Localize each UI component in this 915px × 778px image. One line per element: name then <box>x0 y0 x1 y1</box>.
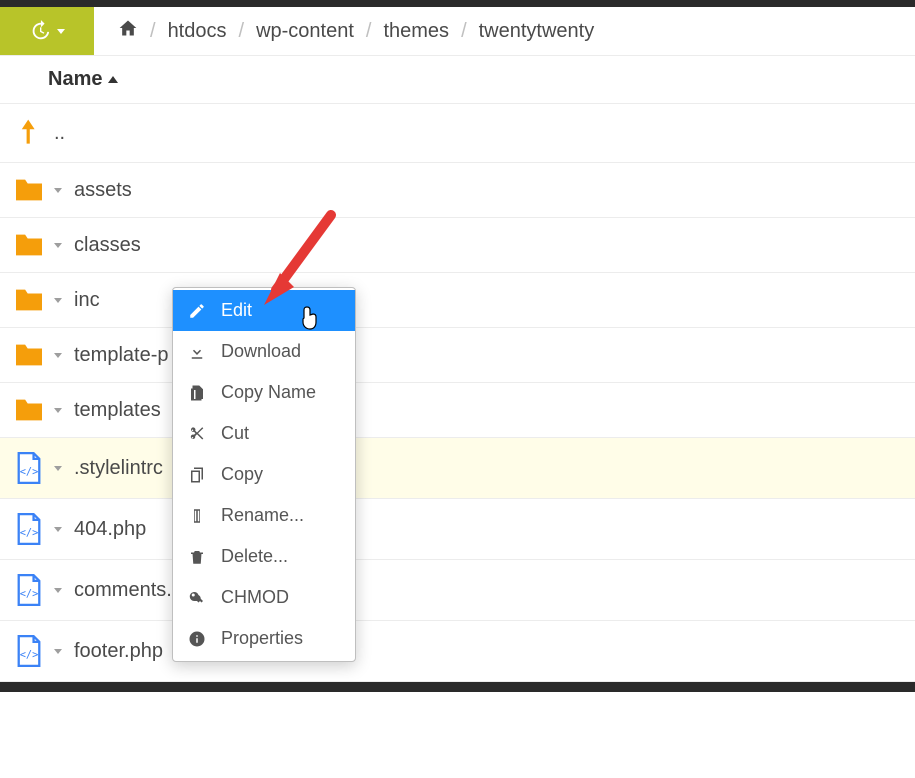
breadcrumb-twentytwenty[interactable]: twentytwenty <box>471 20 603 43</box>
breadcrumb-sep: / <box>362 20 376 43</box>
home-icon <box>118 18 138 38</box>
up-arrow-icon <box>12 118 46 148</box>
folder-icon <box>12 397 46 423</box>
code-file-icon: </> <box>12 574 46 606</box>
menu-rename[interactable]: Rename... <box>173 495 355 536</box>
cut-icon <box>187 425 207 443</box>
breadcrumb: / htdocs / wp-content / themes / twentyt… <box>94 7 618 55</box>
caret-down-icon[interactable] <box>54 408 62 413</box>
edit-icon <box>187 302 207 320</box>
breadcrumb-sep: / <box>235 20 249 43</box>
menu-copy-label: Copy <box>221 464 263 485</box>
caret-down-icon[interactable] <box>54 649 62 654</box>
row-file-stylelintrc[interactable]: </> .stylelintrc <box>0 438 915 499</box>
caret-down-icon[interactable] <box>54 527 62 532</box>
menu-edit-label: Edit <box>221 300 252 321</box>
key-icon <box>187 589 207 607</box>
menu-cut[interactable]: Cut <box>173 413 355 454</box>
folder-label: template-p <box>74 344 169 367</box>
menu-chmod-label: CHMOD <box>221 587 289 608</box>
code-file-icon: </> <box>12 452 46 484</box>
row-file-comments[interactable]: </> comments.php <box>0 560 915 621</box>
breadcrumb-htdocs[interactable]: htdocs <box>160 20 235 43</box>
window-bottom-border <box>0 682 915 692</box>
trash-icon <box>187 548 207 566</box>
row-folder-assets[interactable]: assets <box>0 163 915 218</box>
caret-down-icon[interactable] <box>54 588 62 593</box>
caret-down-icon[interactable] <box>54 353 62 358</box>
parent-dir-label: .. <box>54 122 65 145</box>
menu-rename-label: Rename... <box>221 505 304 526</box>
context-menu: Edit Download Copy Name Cut Copy Rename.… <box>172 287 356 662</box>
menu-cut-label: Cut <box>221 423 249 444</box>
menu-download-label: Download <box>221 341 301 362</box>
info-icon <box>187 630 207 648</box>
chevron-down-icon <box>57 29 65 34</box>
caret-down-icon[interactable] <box>54 298 62 303</box>
row-parent-dir[interactable]: .. <box>0 104 915 163</box>
menu-chmod[interactable]: CHMOD <box>173 577 355 618</box>
folder-label: templates <box>74 399 161 422</box>
row-file-404[interactable]: </> 404.php <box>0 499 915 560</box>
folder-icon <box>12 232 46 258</box>
menu-properties-label: Properties <box>221 628 303 649</box>
folder-label: classes <box>74 234 141 257</box>
menu-delete[interactable]: Delete... <box>173 536 355 577</box>
file-label: 404.php <box>74 518 146 541</box>
header-bar: / htdocs / wp-content / themes / twentyt… <box>0 7 915 56</box>
file-label: footer.php <box>74 640 163 663</box>
menu-properties[interactable]: Properties <box>173 618 355 659</box>
folder-label: inc <box>74 289 100 312</box>
breadcrumb-home[interactable] <box>110 18 146 44</box>
folder-label: assets <box>74 179 132 202</box>
rename-icon <box>187 507 207 525</box>
caret-down-icon[interactable] <box>54 466 62 471</box>
history-icon <box>29 20 51 42</box>
code-file-icon: </> <box>12 635 46 667</box>
breadcrumb-sep: / <box>146 20 160 43</box>
menu-edit[interactable]: Edit <box>173 290 355 331</box>
copy-icon <box>187 466 207 484</box>
table-header[interactable]: Name <box>0 56 915 104</box>
menu-delete-label: Delete... <box>221 546 288 567</box>
download-icon <box>187 343 207 361</box>
code-file-icon: </> <box>12 513 46 545</box>
window-top-border <box>0 0 915 7</box>
history-button[interactable] <box>0 7 94 55</box>
column-name-label: Name <box>48 68 102 91</box>
menu-copy-name[interactable]: Copy Name <box>173 372 355 413</box>
row-file-footer[interactable]: </> footer.php <box>0 621 915 682</box>
breadcrumb-wp-content[interactable]: wp-content <box>248 20 362 43</box>
svg-text:</>: </> <box>20 527 39 539</box>
menu-copy[interactable]: Copy <box>173 454 355 495</box>
breadcrumb-themes[interactable]: themes <box>375 20 457 43</box>
menu-download[interactable]: Download <box>173 331 355 372</box>
row-folder-classes[interactable]: classes <box>0 218 915 273</box>
folder-icon <box>12 287 46 313</box>
copy-name-icon <box>187 384 207 402</box>
folder-icon <box>12 177 46 203</box>
row-folder-templates[interactable]: templates <box>0 383 915 438</box>
file-label: .stylelintrc <box>74 457 163 480</box>
svg-text:</>: </> <box>20 588 39 600</box>
caret-down-icon[interactable] <box>54 188 62 193</box>
sort-asc-icon <box>108 76 118 83</box>
svg-text:</>: </> <box>20 466 39 478</box>
row-folder-template-parts[interactable]: template-p <box>0 328 915 383</box>
folder-icon <box>12 342 46 368</box>
file-manager-window: / htdocs / wp-content / themes / twentyt… <box>0 0 915 692</box>
menu-copy-name-label: Copy Name <box>221 382 316 403</box>
row-folder-inc[interactable]: inc <box>0 273 915 328</box>
caret-down-icon[interactable] <box>54 243 62 248</box>
svg-text:</>: </> <box>20 649 39 661</box>
breadcrumb-sep: / <box>457 20 471 43</box>
